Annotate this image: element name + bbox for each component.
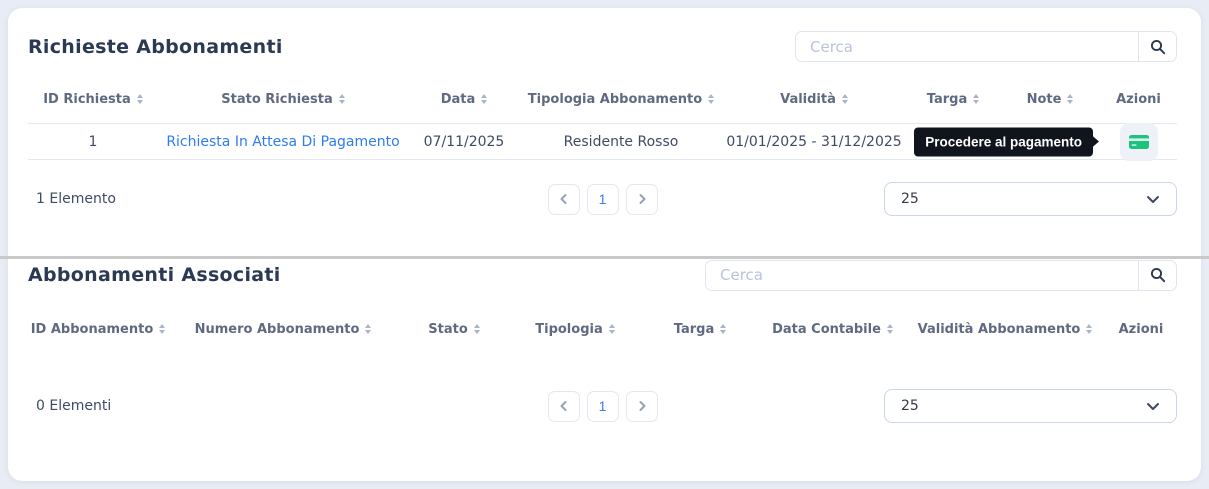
page-size-value: 25 <box>901 398 919 414</box>
sort-icon <box>1086 324 1093 334</box>
chevron-down-icon <box>1146 402 1160 411</box>
page-title-abbonamenti: Abbonamenti Associati <box>28 264 281 286</box>
column-label: Tipologia Abbonamento <box>527 91 703 107</box>
section-header: Abbonamenti Associati <box>28 216 1177 291</box>
search-icon <box>1150 39 1166 55</box>
column-label: Stato <box>428 321 468 337</box>
search-button-abbonamenti[interactable] <box>1138 260 1176 290</box>
page-title-richieste: Richieste Abbonamenti <box>28 35 283 58</box>
stato-richiesta-link[interactable]: Richiesta In Attesa Di Pagamento <box>166 134 399 150</box>
search-box-abbonamenti <box>705 259 1177 291</box>
column-label: Data Contabile <box>772 321 881 337</box>
sort-icon <box>1067 94 1074 104</box>
search-box-richieste <box>795 31 1177 62</box>
sort-icon <box>136 94 143 104</box>
column-label: Targa <box>673 321 715 337</box>
column-header-targa[interactable]: Targa <box>906 92 1000 107</box>
column-label: Validità Abbonamento <box>917 321 1081 337</box>
search-button-richieste[interactable] <box>1138 32 1176 61</box>
cell-data: 07/11/2025 <box>423 133 505 150</box>
pagination-richieste: 1 <box>547 183 658 215</box>
page-size-value: 25 <box>901 191 919 207</box>
column-label: Azioni <box>1118 321 1164 337</box>
column-label: Tipologia <box>535 321 603 337</box>
chevron-left-icon <box>558 193 570 205</box>
sort-icon <box>720 324 727 334</box>
content-card: Richieste Abbonamenti ID Richiesta Stato… <box>8 8 1201 481</box>
page-number-button[interactable]: 1 <box>586 390 619 422</box>
column-label: Numero Abbonamento <box>194 321 360 337</box>
prev-page-button[interactable] <box>547 390 580 422</box>
page-number-button[interactable]: 1 <box>586 183 619 215</box>
sort-icon <box>338 94 345 104</box>
column-header-azioni: Azioni <box>1105 322 1177 337</box>
column-label: ID Richiesta <box>43 91 131 107</box>
column-header-validita-abbonamento[interactable]: Validità Abbonamento <box>905 322 1105 337</box>
page-size-select[interactable]: 25 <box>884 182 1177 216</box>
table-header-abbonamenti: ID Abbonamento Numero Abbonamento Stato … <box>28 317 1177 341</box>
chevron-left-icon <box>558 400 570 412</box>
tooltip-procedere-al-pagamento: Procedere al pagamento <box>914 127 1093 156</box>
sort-icon <box>708 94 715 104</box>
section-header: Richieste Abbonamenti <box>28 8 1177 62</box>
sort-icon <box>608 324 615 334</box>
column-label: Validità <box>780 91 836 107</box>
chevron-right-icon <box>636 193 648 205</box>
pagination-abbonamenti: 1 <box>547 390 658 422</box>
column-label: ID Abbonamento <box>30 321 154 337</box>
column-header-stato[interactable]: Stato <box>398 322 510 337</box>
sort-icon <box>481 94 488 104</box>
table-header-richieste: ID Richiesta Stato Richiesta Data Tipolo… <box>28 87 1177 111</box>
column-header-validita[interactable]: Validità <box>722 92 906 107</box>
column-label: Note <box>1026 91 1062 107</box>
prev-page-button[interactable] <box>547 183 580 215</box>
section-divider <box>0 256 1209 259</box>
column-header-numero-abbonamento[interactable]: Numero Abbonamento <box>168 322 398 337</box>
search-icon <box>1150 267 1166 283</box>
section-richieste-abbonamenti: Richieste Abbonamenti ID Richiesta Stato… <box>8 8 1201 216</box>
column-label: Targa <box>926 91 968 107</box>
credit-card-icon <box>1128 134 1149 150</box>
column-header-note[interactable]: Note <box>1000 92 1100 107</box>
column-header-targa[interactable]: Targa <box>640 322 760 337</box>
next-page-button[interactable] <box>625 390 658 422</box>
table-row: 1 Richiesta In Attesa Di Pagamento 07/11… <box>28 122 1177 161</box>
section-abbonamenti-associati: Abbonamenti Associati ID Abbonamento Num… <box>8 216 1201 423</box>
sort-icon <box>159 324 166 334</box>
cell-id-richiesta: 1 <box>88 133 98 150</box>
sort-icon <box>973 94 980 104</box>
column-header-azioni: Azioni <box>1100 92 1177 107</box>
chevron-right-icon <box>636 400 648 412</box>
cell-azioni <box>1100 122 1177 161</box>
table-footer-abbonamenti: 0 Elementi 1 25 <box>28 389 1177 423</box>
column-header-data[interactable]: Data <box>408 92 520 107</box>
sort-icon <box>886 324 893 334</box>
column-header-id-abbonamento[interactable]: ID Abbonamento <box>28 322 168 337</box>
chevron-down-icon <box>1146 195 1160 204</box>
element-count: 0 Elementi <box>36 398 112 414</box>
page-background: Richieste Abbonamenti ID Richiesta Stato… <box>0 0 1209 489</box>
sort-icon <box>473 324 480 334</box>
sort-icon <box>365 324 372 334</box>
pay-action-button[interactable] <box>1119 122 1158 161</box>
column-header-id-richiesta[interactable]: ID Richiesta <box>28 92 158 107</box>
column-header-tipologia[interactable]: Tipologia <box>510 322 640 337</box>
column-header-stato-richiesta[interactable]: Stato Richiesta <box>158 92 408 107</box>
column-label: Data <box>440 91 476 107</box>
cell-tipologia: Residente Rosso <box>563 133 679 150</box>
cell-validita: 01/01/2025 - 31/12/2025 <box>726 133 902 150</box>
column-label: Stato Richiesta <box>221 91 333 107</box>
search-input-richieste[interactable] <box>796 32 1138 61</box>
next-page-button[interactable] <box>625 183 658 215</box>
search-input-abbonamenti[interactable] <box>706 260 1138 290</box>
page-size-select[interactable]: 25 <box>884 389 1177 423</box>
column-header-tipologia-abbonamento[interactable]: Tipologia Abbonamento <box>520 92 722 107</box>
sort-icon <box>841 94 848 104</box>
element-count: 1 Elemento <box>36 191 116 207</box>
column-label: Azioni <box>1116 91 1161 107</box>
cell-stato-richiesta: Richiesta In Attesa Di Pagamento <box>158 134 408 150</box>
column-header-data-contabile[interactable]: Data Contabile <box>760 322 905 337</box>
table-footer-richieste: 1 Elemento 1 25 <box>28 182 1177 216</box>
